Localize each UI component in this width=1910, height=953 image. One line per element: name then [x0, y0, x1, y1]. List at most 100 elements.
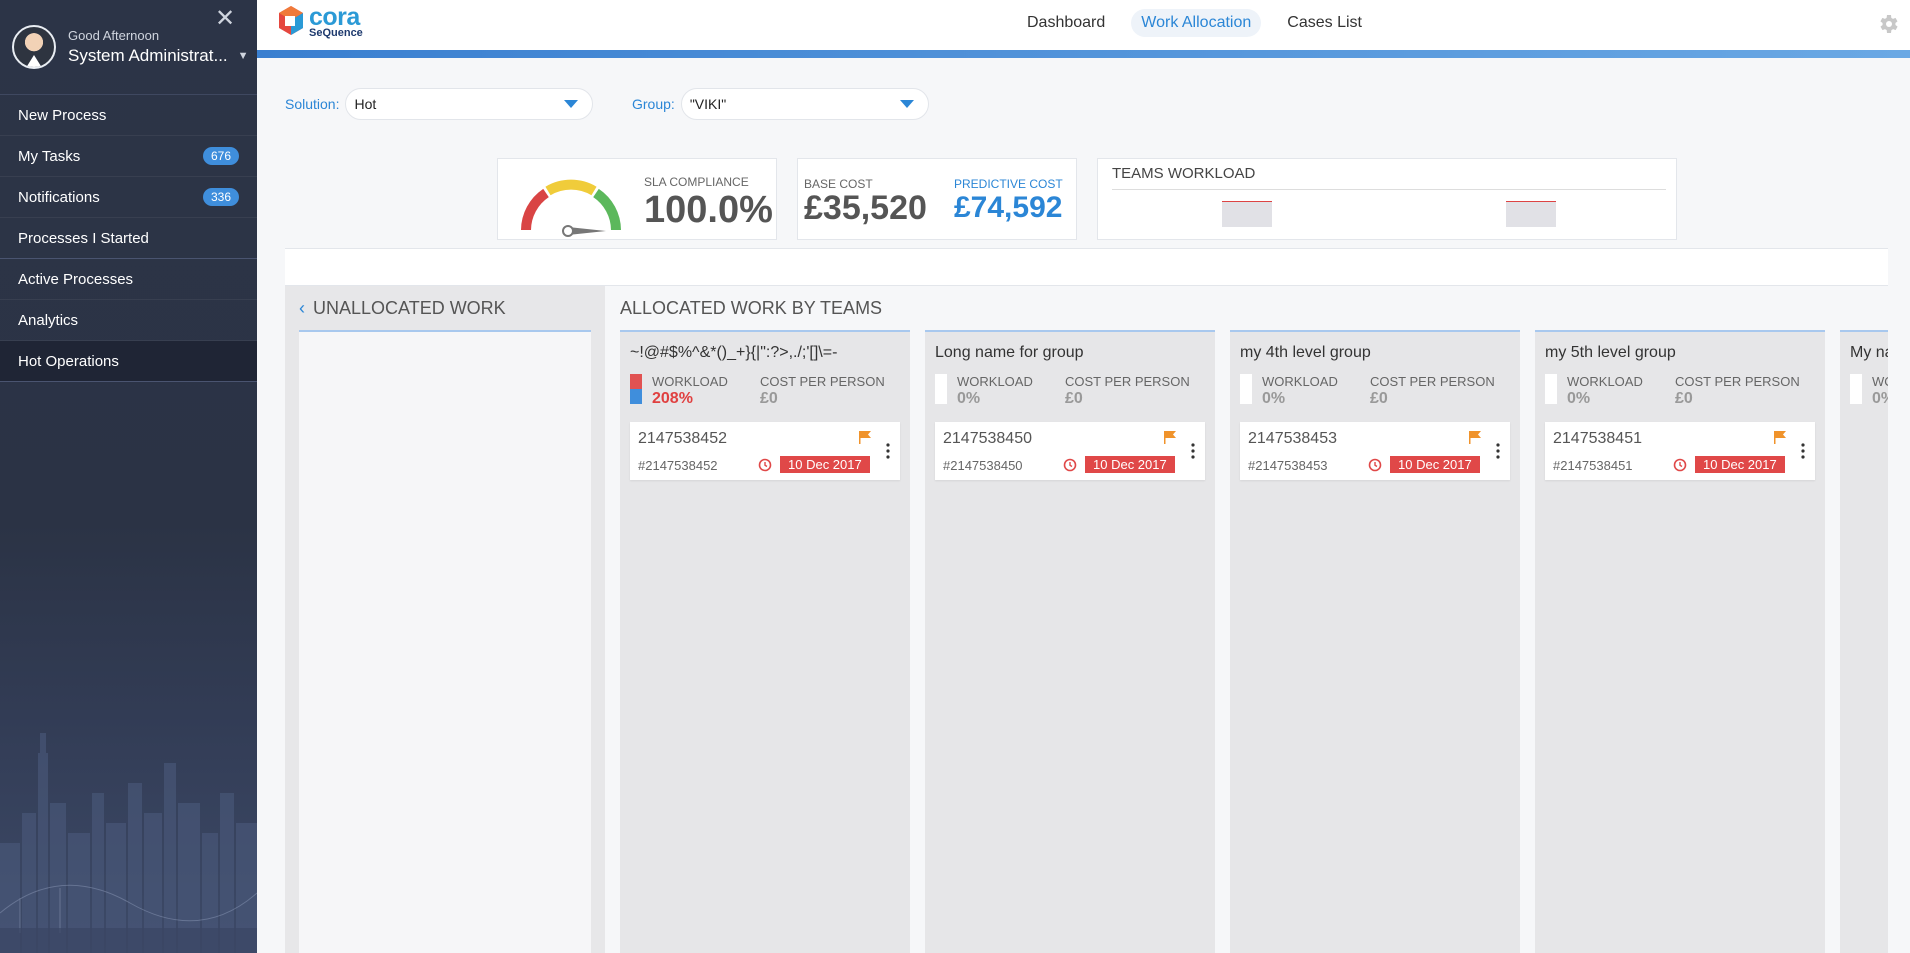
workload-label: WORKLOAD	[957, 374, 1033, 389]
case-number: 2147538453	[1248, 430, 1337, 447]
predictive-cost-value: £74,592	[954, 191, 1063, 224]
team-column: My na WORKLOAD 0%	[1840, 330, 1888, 953]
user-name: System Administrat...	[68, 46, 228, 65]
tab-cases-list[interactable]: Cases List	[1277, 9, 1372, 37]
user-text: Good Afternoon System Administrat... ▼	[68, 28, 249, 66]
allocated-work-panel: ALLOCATED WORK BY TEAMS ~!@#$%^&*()_+}{|…	[605, 286, 1888, 953]
count-badge: 676	[202, 147, 239, 165]
team-column: my 5th level group WORKLOAD 0% COST PER …	[1535, 330, 1825, 953]
cost-per-person-value: £0	[1675, 390, 1693, 407]
sidebar-item-label: Hot Operations	[18, 352, 119, 370]
workload-indicator	[630, 374, 642, 404]
solution-value: Hot	[354, 96, 377, 112]
sidebar-item-processes-i-started[interactable]: Processes I Started	[0, 218, 257, 259]
sidebar-item-hot-operations[interactable]: Hot Operations	[0, 341, 257, 382]
case-id: #2147538453	[1248, 458, 1328, 473]
sidebar-item-my-tasks[interactable]: My Tasks 676	[0, 136, 257, 177]
allocated-work-title: ALLOCATED WORK BY TEAMS	[620, 298, 883, 318]
sidebar-item-label: Active Processes	[18, 270, 134, 288]
flag-icon	[1164, 431, 1176, 444]
logo-text: cora SeQuence	[309, 5, 363, 39]
case-card[interactable]: 2147538451 #2147538451 10 Dec 2017	[1545, 422, 1815, 480]
due-date-badge: 10 Dec 2017	[780, 456, 870, 473]
workload-label: WORKLOAD	[1567, 374, 1643, 389]
flag-icon	[1469, 431, 1481, 444]
workload-label: WORKLOAD	[652, 374, 728, 389]
team-workload-bar	[1506, 201, 1556, 227]
sidebar-item-label: Processes I Started	[18, 229, 149, 247]
due-date-badge: 10 Dec 2017	[1085, 456, 1175, 473]
gear-icon[interactable]	[1876, 12, 1900, 36]
count-badge: 336	[202, 188, 239, 206]
group-label: Group:	[632, 96, 675, 112]
case-card[interactable]: 2147538452 #2147538452 10 Dec 2017	[630, 422, 900, 480]
more-options-icon[interactable]	[886, 442, 890, 460]
more-options-icon[interactable]	[1801, 442, 1805, 460]
team-name: ~!@#$%^&*()_+}{|":?>,./;'[]\=-	[630, 344, 838, 361]
main-tabs: Dashboard Work Allocation Cases List	[1017, 9, 1372, 37]
workload-indicator	[935, 374, 947, 404]
cost-per-person-label: COST PER PERSON	[760, 374, 885, 389]
cost-per-person-label: COST PER PERSON	[1675, 374, 1800, 389]
teams-workload-title: TEAMS WORKLOAD	[1112, 165, 1256, 182]
case-id: #2147538450	[943, 458, 1023, 473]
top-header: cora SeQuence Dashboard Work Allocation …	[257, 0, 1910, 50]
unallocated-list	[299, 332, 591, 953]
team-column: Long name for group WORKLOAD 0% COST PER…	[925, 330, 1215, 953]
team-name: my 5th level group	[1545, 344, 1676, 361]
clock-icon	[758, 458, 772, 472]
more-options-icon[interactable]	[1496, 442, 1500, 460]
chevron-left-icon[interactable]: ‹	[299, 298, 305, 319]
group-filter: Group: "VIKI"	[632, 88, 929, 120]
close-icon[interactable]: ✕	[215, 4, 235, 33]
sidebar-item-label: My Tasks	[18, 147, 81, 165]
group-value: "VIKI"	[689, 96, 727, 112]
cost-per-person-value: £0	[760, 390, 778, 407]
sidebar-item-new-process[interactable]: New Process	[0, 95, 257, 136]
workload-value: 0%	[1872, 390, 1888, 407]
workload-label: WORKLOAD	[1262, 374, 1338, 389]
avatar[interactable]	[12, 25, 56, 69]
tab-work-allocation[interactable]: Work Allocation	[1131, 9, 1262, 37]
unallocated-work-header[interactable]: ‹ UNALLOCATED WORK	[299, 298, 506, 319]
sidebar-item-notifications[interactable]: Notifications 336	[0, 177, 257, 218]
group-select[interactable]: "VIKI"	[680, 88, 929, 120]
solution-select[interactable]: Hot	[345, 88, 594, 120]
sidebar-item-active-processes[interactable]: Active Processes	[0, 259, 257, 300]
more-options-icon[interactable]	[1191, 442, 1195, 460]
clock-icon	[1063, 458, 1077, 472]
city-skyline-image	[0, 733, 257, 953]
case-card[interactable]: 2147538453 #2147538453 10 Dec 2017	[1240, 422, 1510, 480]
cost-per-person-label: COST PER PERSON	[1370, 374, 1495, 389]
workload-value: 208%	[652, 390, 693, 407]
sla-gauge	[521, 179, 621, 237]
clock-icon	[1368, 458, 1382, 472]
case-id: #2147538452	[638, 458, 718, 473]
unallocated-work-title: UNALLOCATED WORK	[313, 298, 506, 318]
sidebar-item-analytics[interactable]: Analytics	[0, 300, 257, 341]
header-progress-bar	[257, 50, 1910, 58]
solution-filter: Solution: Hot	[285, 88, 594, 120]
sidebar-item-label: Notifications	[18, 188, 100, 206]
team-name: My na	[1850, 344, 1888, 361]
case-number: 2147538450	[943, 430, 1032, 447]
predictive-cost-label: PREDICTIVE COST	[954, 177, 1063, 191]
sla-compliance-widget: SLA COMPLIANCE 100.0%	[497, 158, 777, 240]
user-name-row[interactable]: System Administrat... ▼	[68, 46, 249, 66]
case-card[interactable]: 2147538450 #2147538450 10 Dec 2017	[935, 422, 1205, 480]
sidebar: ✕ Good Afternoon System Administrat... ▼…	[0, 0, 257, 953]
workload-value: 0%	[957, 390, 981, 407]
team-name: Long name for group	[935, 344, 1084, 361]
teams-workload-widget: TEAMS WORKLOAD	[1097, 158, 1677, 240]
sidebar-item-label: Analytics	[18, 311, 79, 329]
case-number: 2147538452	[638, 430, 727, 447]
app-logo[interactable]: cora SeQuence	[277, 4, 363, 40]
tab-dashboard[interactable]: Dashboard	[1017, 9, 1115, 37]
logo-sequence: SeQuence	[309, 27, 363, 39]
team-column: my 4th level group WORKLOAD 0% COST PER …	[1230, 330, 1520, 953]
caret-down-icon[interactable]: ▼	[238, 50, 249, 62]
cora-logo-icon	[279, 6, 303, 35]
sidebar-item-label: New Process	[18, 106, 107, 124]
info-strip	[285, 248, 1888, 286]
sidebar-nav: New Process My Tasks 676 Notifications 336…	[0, 95, 257, 382]
